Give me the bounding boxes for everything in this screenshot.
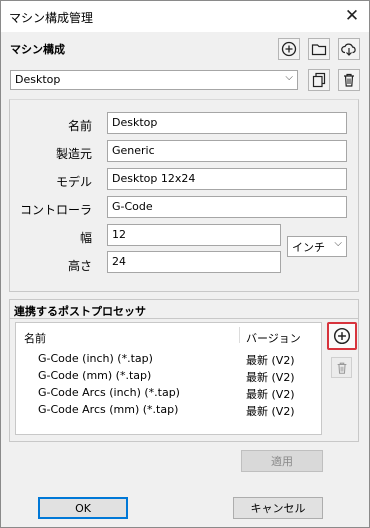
- height-label: 高さ: [67, 259, 92, 273]
- width-label: 幅: [79, 231, 92, 245]
- list-item[interactable]: G-Code (inch) (*.tap) 最新 (V2): [16, 351, 321, 368]
- controller-label: コントローラ: [19, 203, 92, 217]
- unit-select-value: インチ: [292, 241, 325, 254]
- processor-name: G-Code Arcs (inch) (*.tap): [38, 386, 180, 399]
- copy-icon: [312, 72, 326, 88]
- list-item[interactable]: G-Code Arcs (inch) (*.tap) 最新 (V2): [16, 385, 321, 402]
- width-field[interactable]: 12: [107, 224, 281, 246]
- maker-label: 製造元: [55, 147, 92, 161]
- processor-name: G-Code (inch) (*.tap): [38, 352, 153, 365]
- add-circle-icon: [333, 327, 351, 345]
- trash-icon: [337, 362, 346, 374]
- controller-field[interactable]: G-Code: [107, 196, 347, 218]
- name-field[interactable]: Desktop: [107, 112, 347, 134]
- post-processor-title: 連携するポストプロセッサ: [14, 305, 146, 318]
- delete-post-processor-button[interactable]: [331, 357, 352, 378]
- processor-version: 最新 (V2): [246, 354, 295, 367]
- processor-version: 最新 (V2): [246, 371, 295, 384]
- trash-icon: [344, 73, 354, 87]
- unit-select[interactable]: インチ ⌵: [287, 236, 347, 257]
- processor-name: G-Code (mm) (*.tap): [38, 369, 152, 382]
- add-machine-button[interactable]: [278, 38, 300, 60]
- height-field[interactable]: 24: [107, 251, 281, 273]
- model-label: モデル: [55, 175, 92, 189]
- apply-button[interactable]: 適用: [241, 450, 323, 472]
- processor-version: 最新 (V2): [246, 388, 295, 401]
- copy-machine-button[interactable]: [308, 69, 330, 91]
- chevron-down-icon: ⌵: [334, 238, 342, 249]
- machine-select[interactable]: Desktop ⌵: [10, 70, 298, 90]
- list-item[interactable]: G-Code Arcs (mm) (*.tap) 最新 (V2): [16, 402, 321, 419]
- delete-machine-button[interactable]: [338, 69, 360, 91]
- folder-icon: [311, 44, 327, 56]
- name-label: 名前: [67, 119, 92, 133]
- group-divider: [10, 318, 358, 319]
- processor-version: 最新 (V2): [246, 405, 295, 418]
- close-icon[interactable]: ✕: [339, 4, 365, 28]
- col-name-header[interactable]: 名前: [24, 330, 46, 346]
- cloud-download-button[interactable]: [338, 38, 360, 60]
- chevron-down-icon: ⌵: [285, 72, 293, 83]
- open-machine-button[interactable]: [308, 38, 330, 60]
- list-header: 名前 バージョン: [16, 323, 321, 347]
- ok-button[interactable]: OK: [38, 497, 128, 519]
- cloud-download-icon: [341, 43, 356, 56]
- cancel-button[interactable]: キャンセル: [233, 497, 323, 519]
- window-title: マシン構成管理: [9, 11, 94, 25]
- model-field[interactable]: Desktop 12x24: [107, 168, 347, 190]
- title-bar: マシン構成管理 ✕: [1, 1, 369, 32]
- post-processor-list[interactable]: 名前 バージョン G-Code (inch) (*.tap) 最新 (V2) G…: [15, 322, 322, 435]
- machine-config-title: マシン構成: [10, 43, 65, 56]
- maker-field[interactable]: Generic: [107, 140, 347, 162]
- col-version-header[interactable]: バージョン: [246, 330, 301, 346]
- processor-name: G-Code Arcs (mm) (*.tap): [38, 403, 179, 416]
- machine-select-value: Desktop: [15, 73, 61, 86]
- list-item[interactable]: G-Code (mm) (*.tap) 最新 (V2): [16, 368, 321, 385]
- column-divider: [239, 327, 240, 343]
- add-post-processor-button[interactable]: [327, 322, 357, 350]
- add-circle-icon: [281, 41, 297, 57]
